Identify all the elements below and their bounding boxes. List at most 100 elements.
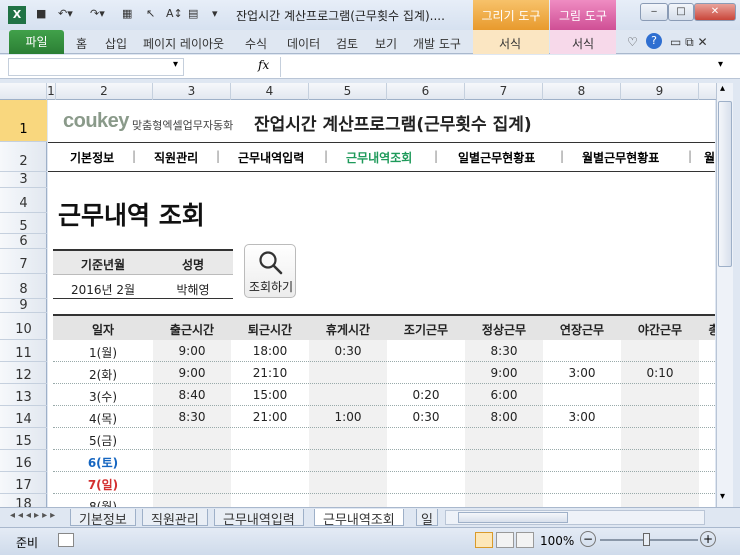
- minimize-button[interactable]: ‒: [640, 3, 668, 21]
- cell-regular[interactable]: 8:30: [465, 344, 543, 358]
- cell-break[interactable]: 1:00: [309, 410, 387, 424]
- qa-form-icon[interactable]: ▤: [188, 7, 198, 20]
- vertical-scrollbar[interactable]: ▴ ▾: [716, 83, 733, 510]
- table-row[interactable]: 2(화) 9:00 21:10 9:00 3:00 0:10: [53, 362, 715, 384]
- pointer-icon[interactable]: ↖: [146, 7, 155, 20]
- cell-clock-out[interactable]: 15:00: [231, 388, 309, 402]
- tab-data[interactable]: 데이터: [287, 35, 320, 52]
- cell-clock-in[interactable]: 9:00: [153, 344, 231, 358]
- cell-early[interactable]: 0:20: [387, 388, 465, 402]
- table-row[interactable]: 1(월) 9:00 18:00 0:30 8:30: [53, 340, 715, 362]
- cell-clock-out[interactable]: 18:00: [231, 344, 309, 358]
- help-icon[interactable]: ?: [646, 33, 662, 49]
- h-scroll-thumb[interactable]: [458, 512, 568, 523]
- nav-employee-mgmt[interactable]: 직원관리: [154, 149, 198, 166]
- cell-date[interactable]: 6(토): [53, 454, 153, 471]
- row-header[interactable]: 16: [0, 450, 47, 472]
- select-all[interactable]: [0, 83, 47, 100]
- page-layout-view-icon[interactable]: [496, 532, 514, 548]
- name-box-dropdown-icon[interactable]: ▾: [173, 59, 178, 70]
- qa-sort-icon[interactable]: A↕: [166, 7, 183, 20]
- cell-clock-in[interactable]: 8:40: [153, 388, 231, 402]
- row-header[interactable]: 7: [0, 249, 47, 274]
- fx-icon[interactable]: fx: [258, 58, 269, 72]
- table-row[interactable]: 6(토): [53, 450, 715, 472]
- cell-date[interactable]: 7(일): [53, 476, 153, 493]
- page-break-view-icon[interactable]: [516, 532, 534, 548]
- cell-date[interactable]: 4(목): [53, 410, 153, 427]
- column-header[interactable]: 4: [231, 83, 309, 100]
- tab-page-layout[interactable]: 페이지 레이아웃: [143, 35, 224, 52]
- tab-view[interactable]: 보기: [375, 35, 397, 52]
- tab-home[interactable]: 홈: [76, 35, 87, 52]
- save-icon[interactable]: ■: [36, 7, 46, 20]
- nav-basic-info[interactable]: 기본정보: [70, 149, 114, 166]
- table-row[interactable]: 5(금): [53, 428, 715, 450]
- file-tab[interactable]: 파일: [9, 30, 64, 54]
- cell-regular[interactable]: 8:00: [465, 410, 543, 424]
- ribbon-collapse-icon[interactable]: ♡: [627, 35, 638, 49]
- nav-work-inquiry[interactable]: 근무내역조회: [346, 149, 412, 166]
- cell-overtime[interactable]: 3:00: [543, 410, 621, 424]
- nav-daily-status[interactable]: 일별근무현황표: [458, 149, 535, 166]
- table-row[interactable]: 4(목) 8:30 21:00 1:00 0:30 8:00 3:00: [53, 406, 715, 428]
- cell-date[interactable]: 1(월): [53, 344, 153, 361]
- sheet-tab-more[interactable]: 일: [416, 509, 438, 528]
- row-header[interactable]: 6: [0, 234, 47, 249]
- column-header[interactable]: 5: [309, 83, 387, 100]
- table-row[interactable]: 7(일): [53, 472, 715, 494]
- row-header[interactable]: 17: [0, 472, 47, 494]
- cell-early[interactable]: 0:30: [387, 410, 465, 424]
- cell-clock-in[interactable]: 8:30: [153, 410, 231, 424]
- column-header[interactable]: 1: [47, 83, 56, 100]
- filter-name-input[interactable]: 박해영: [153, 281, 233, 298]
- sheet-area[interactable]: coukey 맞춤형엑셀업무자동화 잔업시간 계산프로그램(근무횟수 집계) 기…: [48, 100, 715, 510]
- tab-developer[interactable]: 개발 도구: [413, 35, 461, 52]
- cell-regular[interactable]: 6:00: [465, 388, 543, 402]
- cell-break[interactable]: 0:30: [309, 344, 387, 358]
- row-header[interactable]: 12: [0, 362, 47, 384]
- column-header[interactable]: 2: [56, 83, 153, 100]
- nav-work-input[interactable]: 근무내역입력: [238, 149, 304, 166]
- maximize-button[interactable]: □: [668, 3, 694, 21]
- zoom-level[interactable]: 100%: [540, 534, 574, 548]
- row-header[interactable]: 4: [0, 188, 47, 213]
- macro-record-icon[interactable]: [58, 533, 74, 547]
- cell-clock-out[interactable]: 21:10: [231, 366, 309, 380]
- horizontal-scrollbar[interactable]: [445, 510, 705, 525]
- scroll-up-icon[interactable]: ▴: [720, 83, 725, 94]
- scroll-thumb[interactable]: [718, 101, 732, 267]
- sheet-tab-work-inquiry[interactable]: 근무내역조회: [314, 509, 404, 528]
- tab-picture-format[interactable]: 서식: [572, 35, 594, 52]
- zoom-out-icon[interactable]: −: [580, 531, 596, 547]
- zoom-in-icon[interactable]: +: [700, 531, 716, 547]
- row-header[interactable]: 9: [0, 299, 47, 313]
- undo-icon[interactable]: ↶▾: [58, 7, 73, 20]
- sheet-nav-arrows[interactable]: ◂◂◂▸▸▸: [10, 510, 58, 521]
- sheet-tab-employees[interactable]: 직원관리: [142, 509, 208, 528]
- customize-qa-icon[interactable]: ▾: [212, 7, 218, 20]
- column-header[interactable]: 8: [543, 83, 621, 100]
- nav-monthly-status[interactable]: 월별근무현황표: [582, 149, 659, 166]
- column-header[interactable]: 7: [465, 83, 543, 100]
- tab-review[interactable]: 검토: [336, 35, 358, 52]
- scroll-down-icon[interactable]: ▾: [720, 491, 725, 502]
- row-header[interactable]: 10: [0, 313, 47, 340]
- nav-more[interactable]: 월: [704, 149, 715, 166]
- cell-overtime[interactable]: 3:00: [543, 366, 621, 380]
- filter-month-input[interactable]: 2016년 2월: [53, 281, 153, 298]
- row-header[interactable]: 1: [0, 100, 47, 142]
- normal-view-icon[interactable]: [475, 532, 493, 548]
- cell-date[interactable]: 5(금): [53, 432, 153, 449]
- tab-insert[interactable]: 삽입: [105, 35, 127, 52]
- row-header[interactable]: 11: [0, 340, 47, 362]
- cell-date[interactable]: 3(수): [53, 388, 153, 405]
- row-header[interactable]: 13: [0, 384, 47, 406]
- row-header[interactable]: 15: [0, 428, 47, 450]
- formula-input[interactable]: [280, 57, 714, 77]
- restore-min-icon[interactable]: ▭ ⧉ ✕: [670, 35, 708, 50]
- row-header[interactable]: 5: [0, 213, 47, 234]
- cell-night[interactable]: 0:10: [621, 366, 699, 380]
- sheet-tab-work-input[interactable]: 근무내역입력: [214, 509, 304, 528]
- tab-drawing-format[interactable]: 서식: [499, 35, 521, 52]
